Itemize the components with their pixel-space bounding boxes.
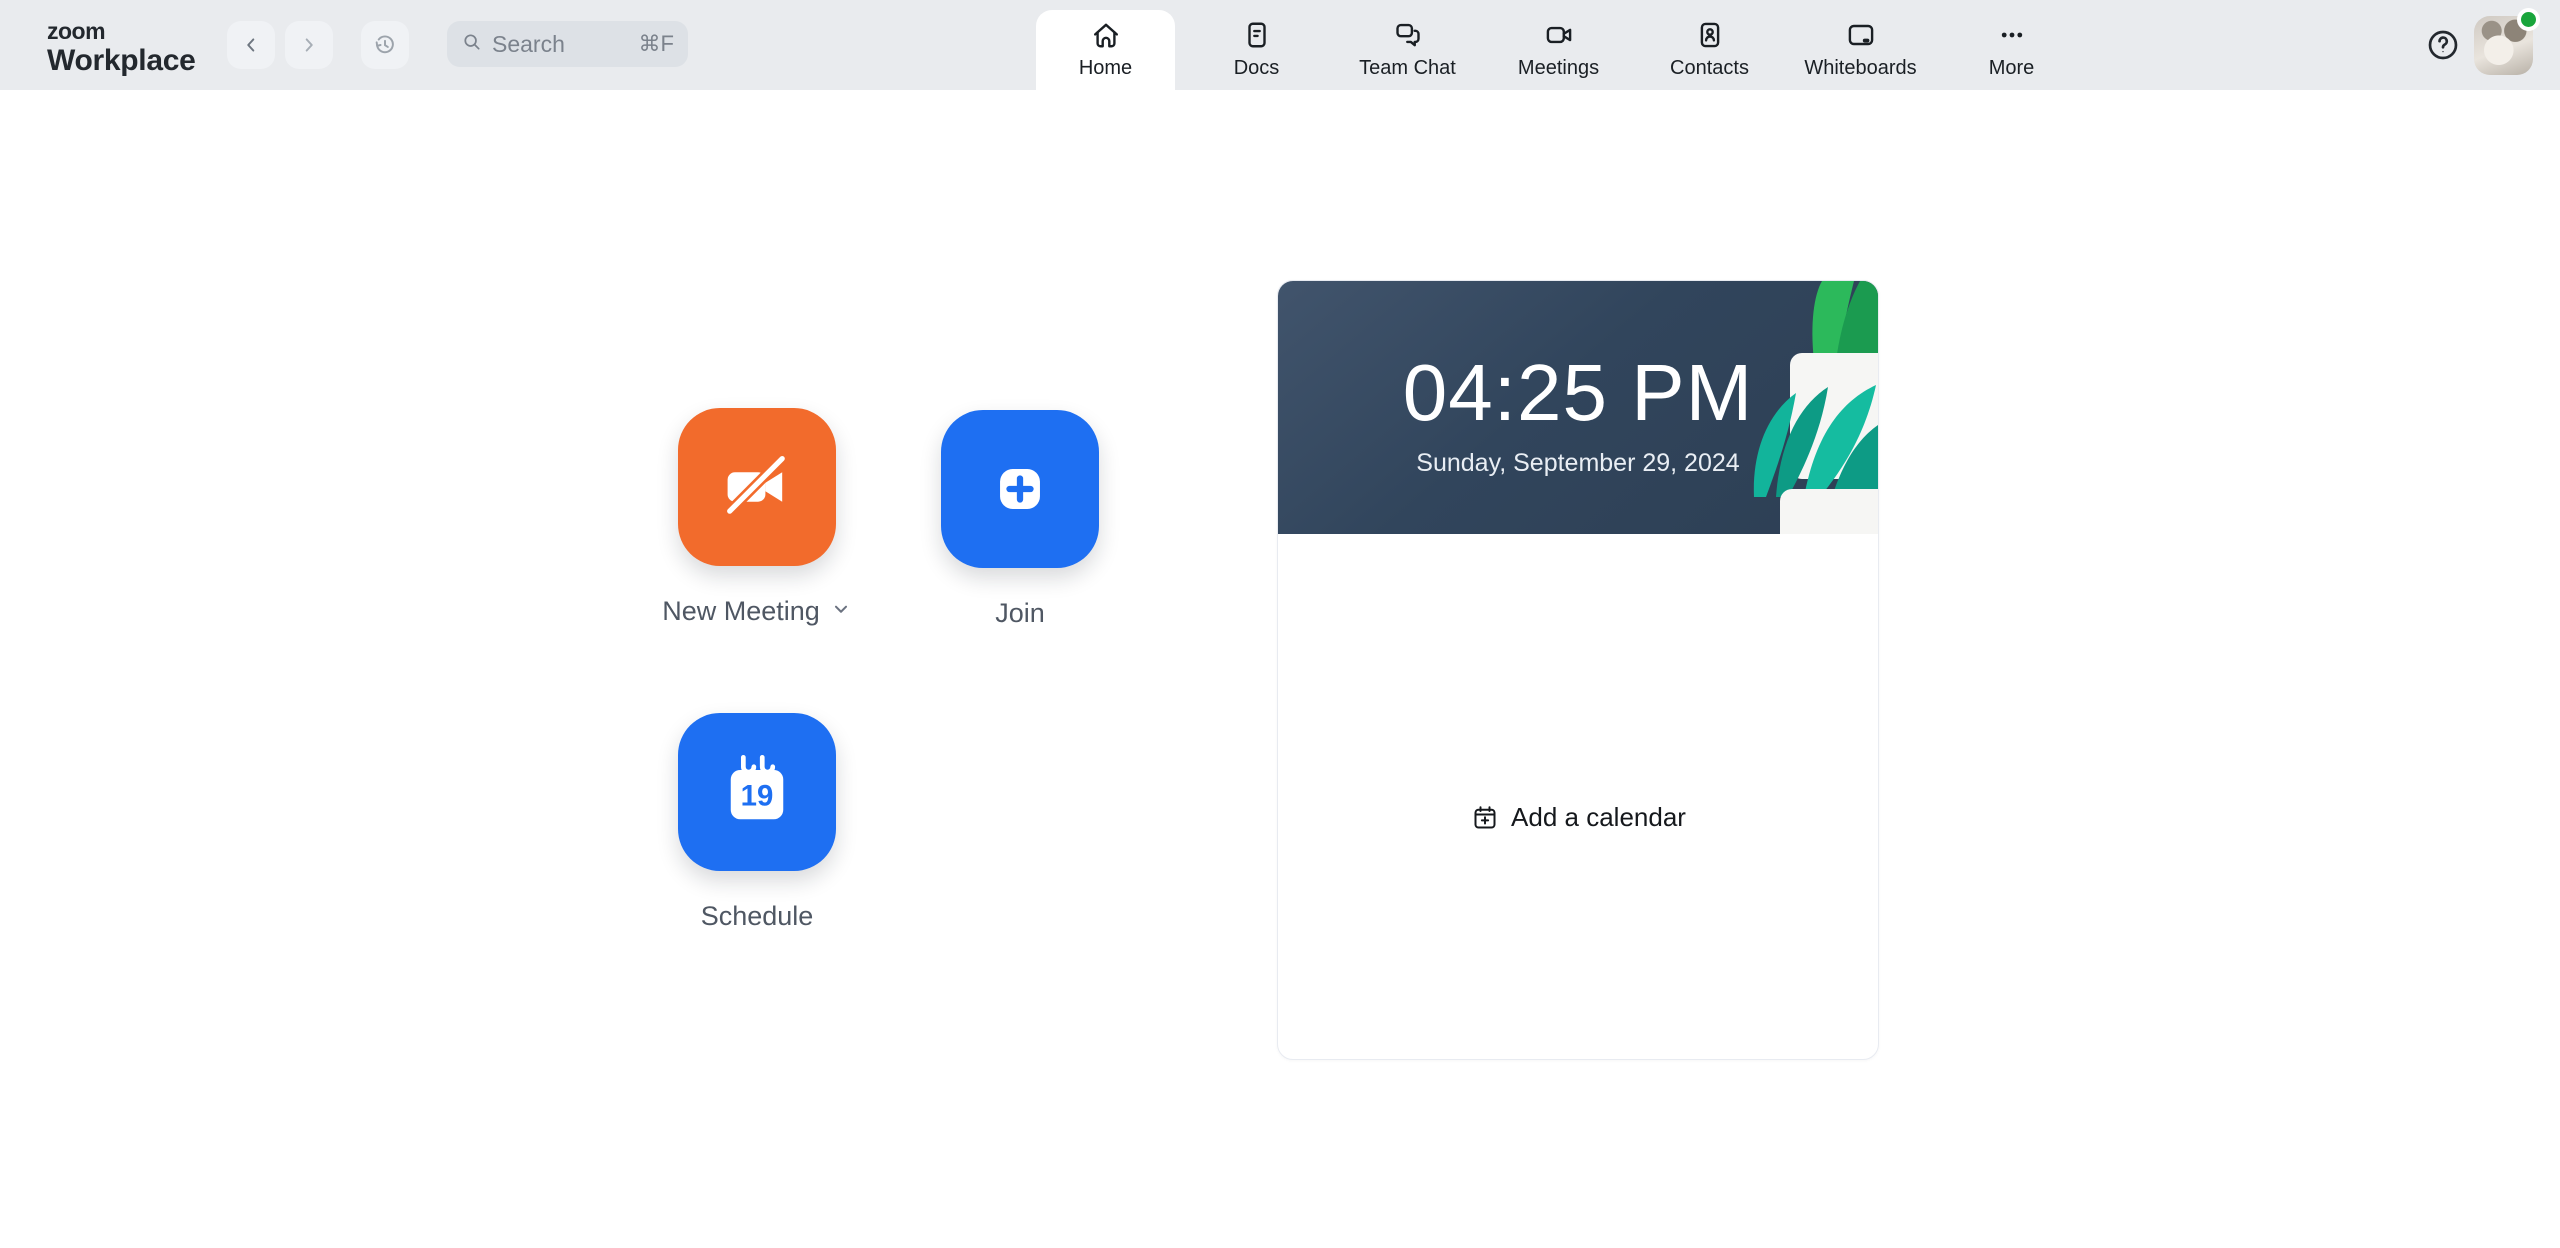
- new-meeting-label-row[interactable]: New Meeting: [662, 596, 852, 627]
- whiteboard-icon: [1842, 16, 1880, 54]
- schedule-button[interactable]: 19: [678, 713, 836, 871]
- ellipsis-icon: [1993, 16, 2031, 54]
- home-icon: [1087, 16, 1125, 54]
- tab-contacts-label: Contacts: [1670, 57, 1749, 79]
- plus-icon: [978, 447, 1062, 531]
- forward-button[interactable]: [285, 21, 333, 69]
- history-clock-icon: [372, 32, 398, 58]
- schedule-label-row: Schedule: [701, 901, 814, 932]
- calendar-card: 04:25 PM Sunday, September 29, 2024 Add …: [1277, 280, 1879, 1060]
- docs-icon: [1238, 16, 1276, 54]
- join-label: Join: [995, 598, 1045, 628]
- join-button[interactable]: [941, 410, 1099, 568]
- tab-more[interactable]: More: [1936, 0, 2087, 90]
- contact-card-icon: [1691, 16, 1729, 54]
- video-off-icon: [715, 445, 799, 529]
- chevron-down-icon: [830, 596, 852, 627]
- calendar-plus-icon: [1470, 803, 1500, 833]
- user-avatar[interactable]: [2474, 8, 2540, 75]
- tab-meetings-label: Meetings: [1517, 57, 1600, 79]
- tab-more-label: More: [1988, 57, 2035, 79]
- new-meeting-action: New Meeting: [647, 408, 867, 627]
- add-calendar-label: Add a calendar: [1511, 802, 1686, 832]
- clock-time: 04:25 PM: [1402, 348, 1754, 437]
- tab-docs-label: Docs: [1233, 57, 1280, 79]
- app-header: zoom Workplace Search ⌘F Home Docs Team …: [0, 0, 2560, 90]
- new-meeting-button[interactable]: [678, 408, 836, 566]
- logo-zoom-text: zoom: [47, 18, 106, 44]
- tab-contacts[interactable]: Contacts: [1634, 0, 1785, 90]
- history-button[interactable]: [361, 21, 409, 69]
- help-button[interactable]: [2424, 27, 2462, 65]
- tab-whiteboards[interactable]: Whiteboards: [1785, 0, 1936, 90]
- tab-team-chat-label: Team Chat: [1359, 57, 1456, 79]
- chevron-right-icon: [298, 34, 320, 56]
- tab-docs[interactable]: Docs: [1181, 0, 1332, 90]
- tab-home-label: Home: [1078, 57, 1133, 79]
- zoom-workplace-window: zoom Workplace Search ⌘F Home Docs Team …: [0, 0, 2560, 1248]
- zoom-workplace-logo: zoom Workplace: [47, 18, 196, 77]
- tab-team-chat[interactable]: Team Chat: [1332, 0, 1483, 90]
- schedule-action: 19 Schedule: [647, 713, 867, 932]
- new-meeting-label: New Meeting: [662, 596, 820, 626]
- calendar-day-number: 19: [741, 780, 774, 813]
- video-camera-icon: [1540, 16, 1578, 54]
- search-shortcut: ⌘F: [638, 31, 674, 56]
- search-input[interactable]: [492, 30, 630, 58]
- tab-meetings[interactable]: Meetings: [1483, 0, 1634, 90]
- join-label-row: Join: [995, 598, 1045, 629]
- add-calendar-button[interactable]: Add a calendar: [1278, 801, 1878, 834]
- search-bar[interactable]: ⌘F: [447, 21, 688, 67]
- chevron-left-icon: [240, 34, 262, 56]
- clock-date: Sunday, September 29, 2024: [1416, 449, 1740, 477]
- tab-home[interactable]: Home: [1030, 0, 1181, 90]
- back-button[interactable]: [227, 21, 275, 69]
- schedule-label: Schedule: [700, 901, 814, 931]
- main-tab-bar: Home Docs Team Chat Meetings Contacts Wh…: [1030, 0, 2087, 90]
- chat-bubbles-icon: [1389, 16, 1427, 54]
- logo-workplace-text: Workplace: [47, 44, 196, 77]
- search-icon: [461, 31, 483, 58]
- clock-banner: 04:25 PM Sunday, September 29, 2024: [1278, 281, 1878, 534]
- presence-available-dot: [2517, 8, 2540, 31]
- join-action: Join: [910, 410, 1130, 629]
- calendar-icon: 19: [715, 750, 799, 834]
- help-icon: [2424, 26, 2462, 67]
- tab-whiteboards-label: Whiteboards: [1804, 57, 1917, 79]
